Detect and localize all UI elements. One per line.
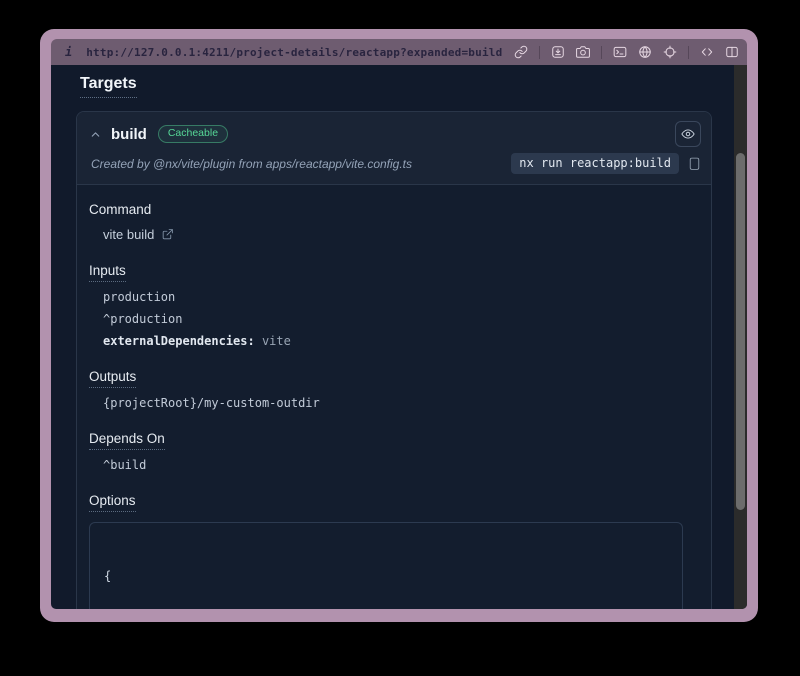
code-icon[interactable] xyxy=(700,45,714,59)
terminal-icon[interactable] xyxy=(613,45,627,59)
outputs-heading: Outputs xyxy=(89,369,697,388)
page-title: Targets xyxy=(80,65,712,98)
output-item: {projectRoot}/my-custom-outdir xyxy=(103,396,697,410)
input-item: production xyxy=(103,290,697,304)
build-card-body: Command vite build Inputs prod xyxy=(77,185,711,609)
eye-icon xyxy=(681,127,695,141)
command-heading: Command xyxy=(89,202,697,217)
camera-icon[interactable] xyxy=(576,45,590,59)
globe-icon[interactable] xyxy=(638,45,652,59)
scrollbar[interactable] xyxy=(734,65,747,609)
scrollbar-thumb[interactable] xyxy=(736,153,745,510)
depends-on-heading: Depends On xyxy=(89,431,697,450)
toolbar-separator xyxy=(688,46,689,59)
build-card-header: build Cacheable Created by @nx/vite/plug… xyxy=(77,112,711,185)
view-graph-button[interactable] xyxy=(675,121,701,147)
command-row: vite build xyxy=(103,227,697,242)
copy-button[interactable] xyxy=(688,156,701,171)
link-icon[interactable] xyxy=(514,45,528,59)
desktop-background: i http://127.0.0.1:4211/project-details/… xyxy=(0,0,800,676)
created-by-text: Created by @nx/vite/plugin from apps/rea… xyxy=(91,157,412,171)
info-icon: i xyxy=(65,45,72,59)
page-title-text: Targets xyxy=(80,74,137,98)
cacheable-badge: Cacheable xyxy=(158,125,228,143)
clipboard-icon xyxy=(688,156,701,171)
external-link-icon[interactable] xyxy=(161,228,174,241)
code-line: { xyxy=(104,568,668,585)
toolbar-separator xyxy=(539,46,540,59)
inputs-heading: Inputs xyxy=(89,263,697,282)
target-card-build: build Cacheable Created by @nx/vite/plug… xyxy=(76,111,712,609)
toolbar-separator xyxy=(601,46,602,59)
split-view-icon[interactable] xyxy=(725,45,739,59)
target-name: build xyxy=(111,126,147,143)
url-text[interactable]: http://127.0.0.1:4211/project-details/re… xyxy=(86,46,514,59)
options-heading: Options xyxy=(89,493,697,512)
run-command-chip: nx run reactapp:build xyxy=(511,153,679,174)
build-header-row[interactable]: build Cacheable xyxy=(77,112,711,150)
depends-on-item: ^build xyxy=(103,458,697,472)
input-item: ^production xyxy=(103,312,697,326)
build-header-subrow: Created by @nx/vite/plugin from apps/rea… xyxy=(77,150,711,184)
chevron-up-icon[interactable] xyxy=(89,128,102,141)
input-item: externalDependencies: vite xyxy=(103,334,697,348)
options-code-block: { "cwd": "apps/reactapp" } xyxy=(89,522,683,609)
browser-window: i http://127.0.0.1:4211/project-details/… xyxy=(40,29,758,622)
page-content: Targets build Cacheable xyxy=(51,65,747,609)
project-details-view: Targets build Cacheable xyxy=(51,65,734,609)
command-value: vite build xyxy=(103,227,154,242)
download-icon[interactable] xyxy=(551,45,565,59)
toolbar-actions xyxy=(514,45,739,59)
browser-toolbar: i http://127.0.0.1:4211/project-details/… xyxy=(51,39,747,65)
target-icon[interactable] xyxy=(663,45,677,59)
